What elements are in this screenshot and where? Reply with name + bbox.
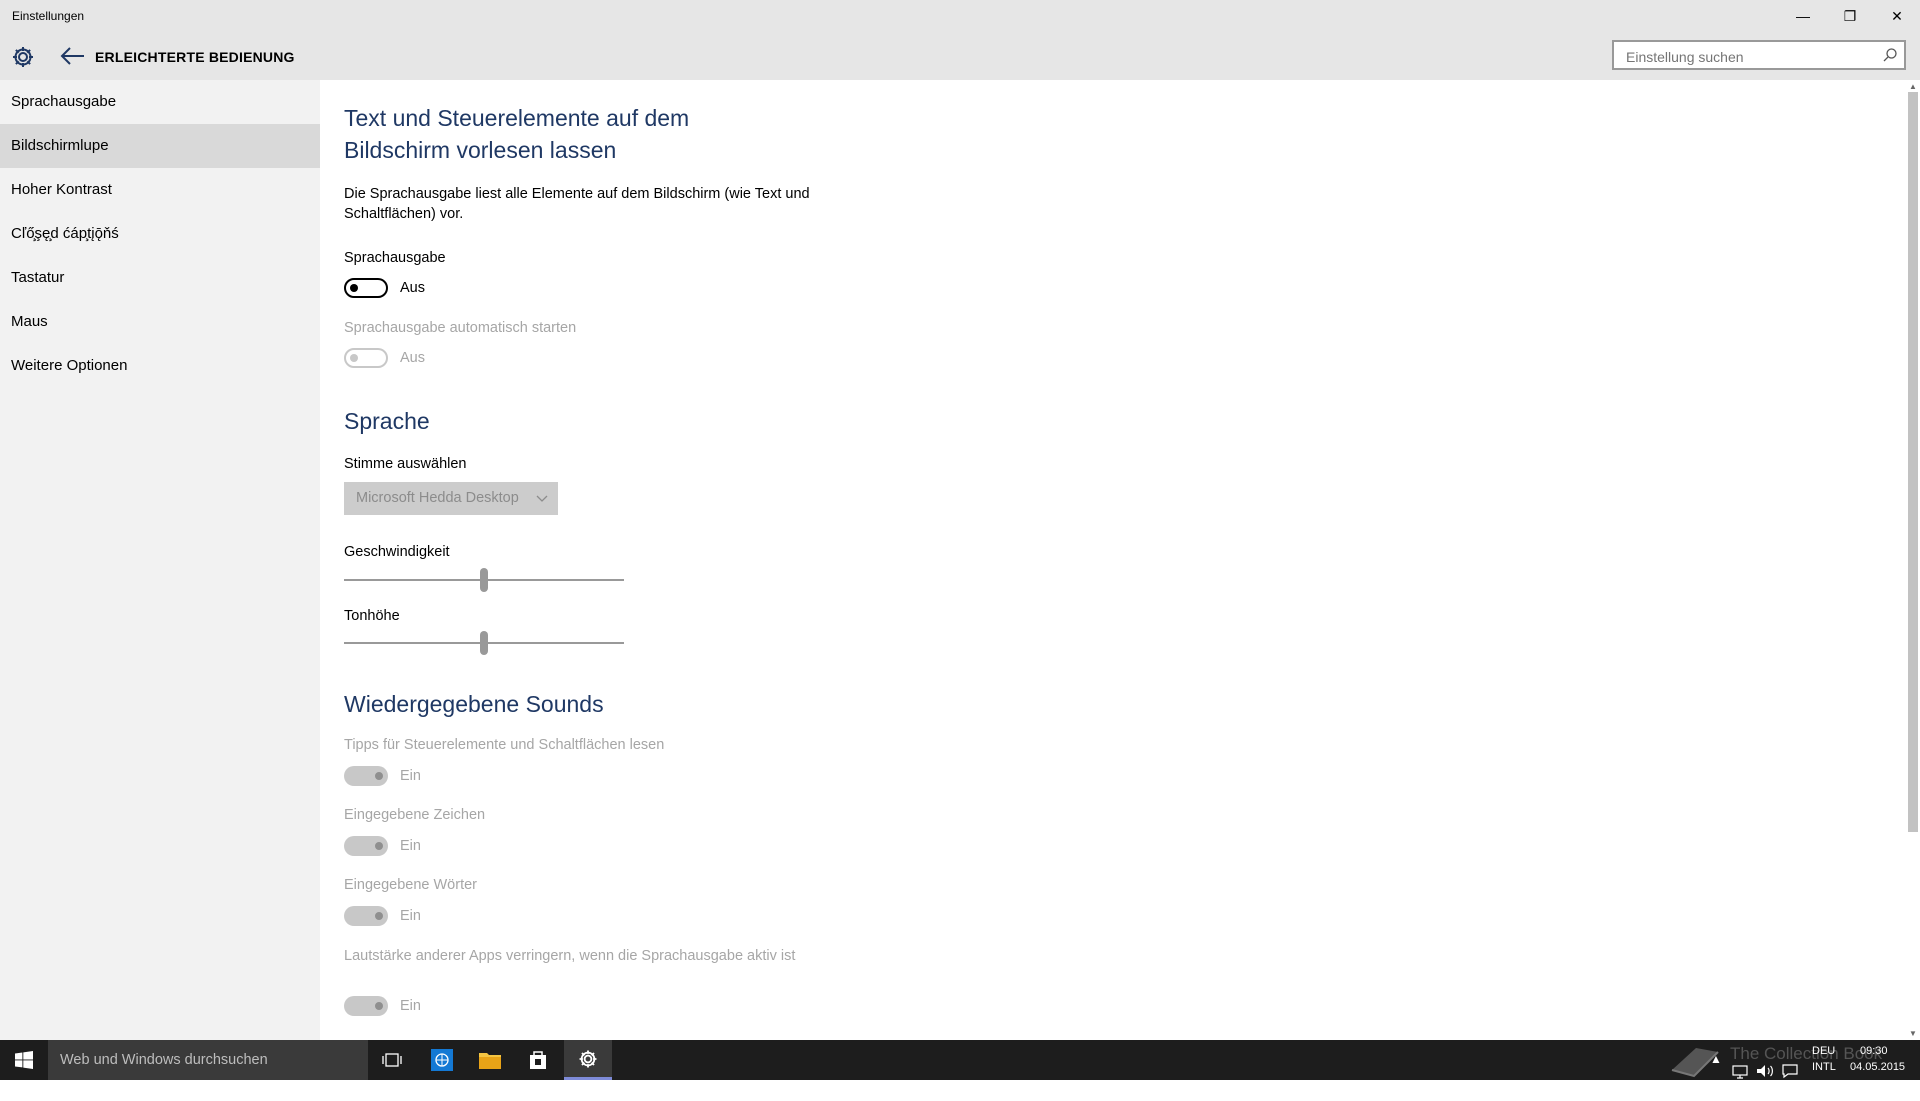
browser-icon xyxy=(431,1049,453,1071)
sound-toggle-tips[interactable] xyxy=(344,766,388,786)
voice-dropdown[interactable]: Microsoft Hedda Desktop xyxy=(344,482,558,515)
back-arrow-icon[interactable] xyxy=(58,44,86,68)
taskbar-browser-button[interactable] xyxy=(418,1040,466,1080)
narrator-toggle[interactable] xyxy=(344,278,388,298)
sidebar-item-maus[interactable]: Maus xyxy=(0,300,320,344)
toggle-knob xyxy=(375,1002,383,1010)
header-bar: ERLEICHTERTE BEDIENUNG xyxy=(0,32,1920,80)
sound-toggle-words[interactable] xyxy=(344,906,388,926)
section-heading-sprache: Sprache xyxy=(344,408,430,434)
volume-icon[interactable] xyxy=(1756,1051,1774,1091)
sidebar-item-bildschirmlupe[interactable]: Bildschirmlupe xyxy=(0,124,320,168)
settings-search-box[interactable] xyxy=(1612,40,1906,70)
taskbar-store-button[interactable] xyxy=(514,1040,562,1080)
network-icon[interactable] xyxy=(1732,1051,1748,1091)
scroll-up-icon[interactable]: ▲ xyxy=(1909,82,1917,91)
sidebar-item-weitere-optionen[interactable]: Weitere Optionen xyxy=(0,344,320,388)
autostart-toggle-state: Aus xyxy=(400,350,425,366)
sound-state-chars: Ein xyxy=(400,838,421,854)
toggle-knob xyxy=(375,772,383,780)
sound-state-tips: Ein xyxy=(400,768,421,784)
gear-icon[interactable] xyxy=(10,44,36,70)
task-view-button[interactable] xyxy=(368,1040,416,1080)
chevron-down-icon xyxy=(536,495,548,502)
sound-toggle-chars[interactable] xyxy=(344,836,388,856)
toggle-knob xyxy=(350,354,358,362)
search-input[interactable] xyxy=(1624,46,1878,68)
taskbar: Web und Windows durchsuchen The Collecti… xyxy=(0,1040,1920,1080)
narrator-toggle-label: Sprachausgabe xyxy=(344,250,446,266)
window-title: Einstellungen xyxy=(12,9,85,23)
close-button[interactable]: ✕ xyxy=(1874,0,1920,32)
sound-toggle-volume[interactable] xyxy=(344,996,388,1016)
sidebar-item-hoher-kontrast[interactable]: Hoher Kontrast xyxy=(0,168,320,212)
section-heading-sounds: Wiedergegebene Sounds xyxy=(344,691,604,717)
sound-label-words: Eingegebene Wörter xyxy=(344,877,477,893)
main-content: Text und Steuerelemente auf dem Bildschi… xyxy=(344,80,1904,1040)
voice-label: Stimme auswählen xyxy=(344,456,467,472)
speed-label: Geschwindigkeit xyxy=(344,544,450,560)
tray-overflow-icon[interactable]: ▲ xyxy=(1710,1052,1722,1092)
sidebar-item-tastatur[interactable]: Tastatur xyxy=(0,256,320,300)
narrator-description: Die Sprachausgabe liest alle Elemente au… xyxy=(344,186,810,222)
section-heading-narrator: Text und Steuerelemente auf dem Bildschi… xyxy=(344,105,690,163)
page-title: ERLEICHTERTE BEDIENUNG xyxy=(95,49,295,65)
toggle-knob xyxy=(350,284,358,292)
slider-thumb[interactable] xyxy=(480,568,488,592)
autostart-toggle[interactable] xyxy=(344,348,388,368)
gear-icon xyxy=(579,1050,597,1067)
vertical-scrollbar[interactable]: ▲ ▼ xyxy=(1906,80,1920,1040)
sound-state-volume: Ein xyxy=(400,998,421,1014)
sidebar-item-closed-captions[interactable]: Cľő̧şę̧d ćáp̧tįǭňś xyxy=(0,212,320,256)
sound-label-chars: Eingegebene Zeichen xyxy=(344,807,486,823)
windows-logo-icon xyxy=(15,1051,33,1069)
slider-thumb[interactable] xyxy=(480,631,488,655)
scroll-down-icon[interactable]: ▼ xyxy=(1909,1029,1917,1038)
taskbar-settings-button[interactable] xyxy=(564,1040,612,1080)
toggle-knob xyxy=(375,842,383,850)
start-button[interactable] xyxy=(0,1040,48,1080)
speed-slider[interactable] xyxy=(344,568,624,592)
title-bar: Einstellungen — ❐ ✕ xyxy=(0,0,1920,32)
input-language-bottom[interactable]: INTL xyxy=(1812,1061,1836,1101)
minimize-button[interactable]: — xyxy=(1780,0,1826,32)
folder-icon xyxy=(479,1053,501,1069)
voice-dropdown-value: Microsoft Hedda Desktop xyxy=(356,490,519,506)
sound-label-tips: Tipps für Steuerelemente und Schaltfläch… xyxy=(344,737,665,753)
sound-label-volume: Lautstärke anderer Apps verringern, wenn… xyxy=(344,948,796,964)
clock-date[interactable]: 04.05.2015 xyxy=(1850,1061,1905,1101)
search-icon[interactable] xyxy=(1882,47,1898,63)
autostart-toggle-label: Sprachausgabe automatisch starten xyxy=(344,320,577,336)
sidebar: Sprachausgabe Bildschirmlupe Hoher Kontr… xyxy=(0,80,320,1040)
taskbar-explorer-button[interactable] xyxy=(466,1040,514,1080)
taskbar-search-placeholder: Web und Windows durchsuchen xyxy=(60,1052,268,1068)
sound-state-words: Ein xyxy=(400,908,421,924)
pitch-label: Tonhöhe xyxy=(344,608,400,624)
taskbar-search-box[interactable]: Web und Windows durchsuchen xyxy=(48,1040,368,1080)
notification-icon[interactable] xyxy=(1782,1051,1798,1091)
task-view-icon xyxy=(382,1053,402,1067)
store-icon xyxy=(530,1051,546,1069)
restore-button[interactable]: ❐ xyxy=(1827,0,1873,32)
sidebar-item-sprachausgabe[interactable]: Sprachausgabe xyxy=(0,80,320,124)
pitch-slider[interactable] xyxy=(344,631,624,655)
narrator-toggle-state: Aus xyxy=(400,280,425,296)
scrollbar-thumb[interactable] xyxy=(1908,92,1918,832)
toggle-knob xyxy=(375,912,383,920)
